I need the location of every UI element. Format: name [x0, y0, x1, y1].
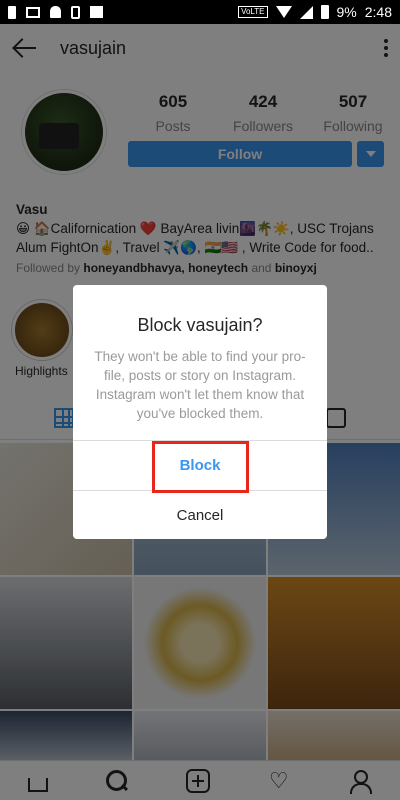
wifi-icon — [275, 6, 292, 18]
image-icon — [90, 6, 103, 18]
notification-icon — [71, 5, 80, 19]
volte-badge: VoLTE — [238, 6, 268, 18]
battery-icon — [320, 5, 329, 19]
cancel-button[interactable]: Cancel — [73, 491, 327, 539]
block-dialog: Block vasujain? They won't be able to fi… — [73, 285, 327, 539]
block-button[interactable]: Block — [73, 441, 327, 489]
clock: 2:48 — [364, 4, 392, 20]
battery-percent: 9% — [336, 4, 357, 20]
bell-icon — [50, 6, 61, 18]
dialog-message: They won't be able to find your pro-file… — [94, 349, 306, 421]
signal-icon — [299, 5, 313, 19]
alert-icon — [8, 5, 16, 19]
mail-icon — [26, 6, 40, 18]
dialog-title: Block vasujain? — [137, 315, 263, 335]
status-bar: VoLTE 9% 2:48 — [0, 0, 400, 24]
